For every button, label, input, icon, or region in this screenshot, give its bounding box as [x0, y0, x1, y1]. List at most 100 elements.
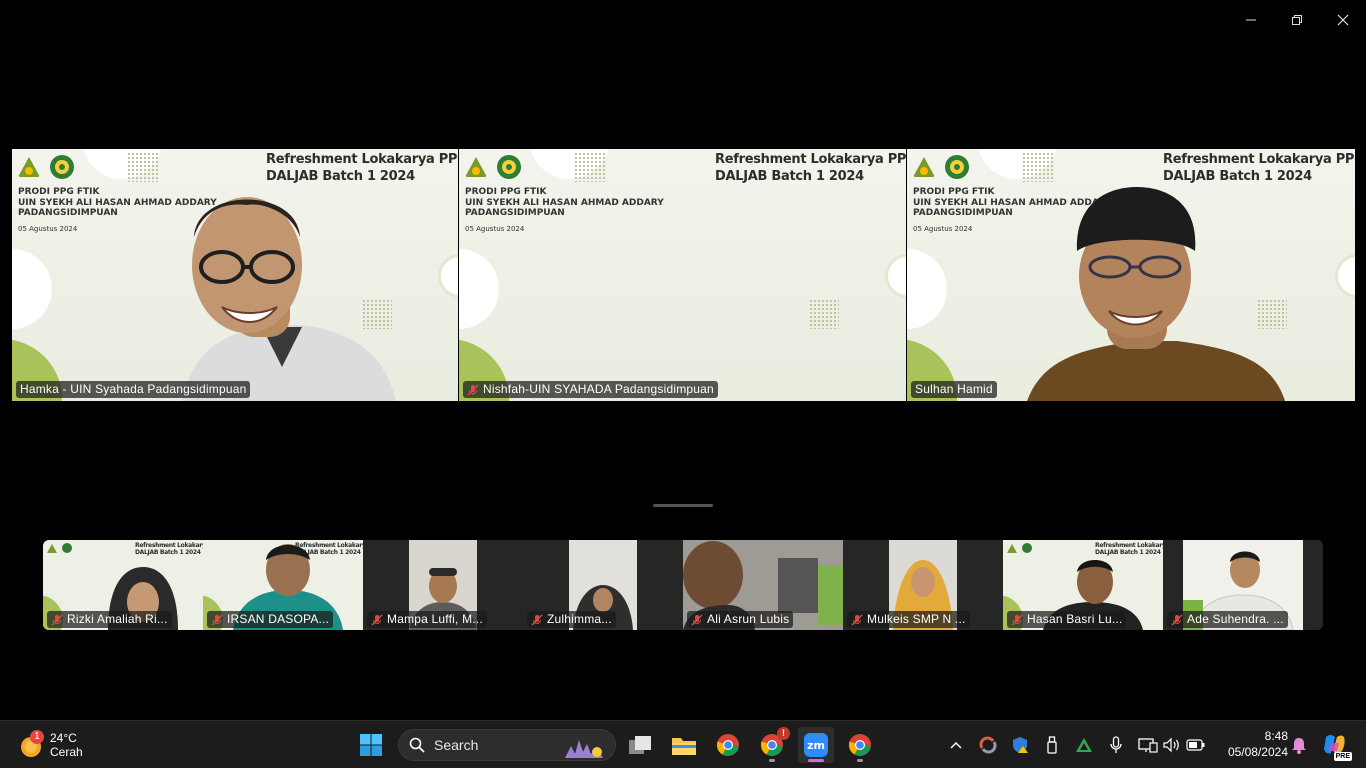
- slide-org-line1: PRODI PPG FTIK: [465, 187, 547, 197]
- participant-thumbnail[interactable]: Refreshment Lokakarya PPG PAI DALJAB Bat…: [1003, 540, 1163, 630]
- usb-icon: [1047, 736, 1057, 754]
- chrome-icon: [716, 734, 739, 756]
- slide-org-line3: PADANGSIDIMPUAN: [18, 208, 118, 218]
- taskbar-chrome[interactable]: [710, 727, 746, 763]
- clock-time: 8:48: [1264, 729, 1288, 743]
- mic-muted-icon: [467, 384, 479, 395]
- taskbar-file-explorer[interactable]: [666, 727, 702, 763]
- participant-name: Hasan Basri Lu...: [1027, 612, 1123, 626]
- bell-icon: [1292, 738, 1306, 754]
- participant-thumbnail[interactable]: Mulkeis SMP N ...: [843, 540, 1003, 630]
- tray-security[interactable]: [1008, 733, 1032, 757]
- taskbar-task-view[interactable]: [622, 727, 658, 763]
- slide-date: 05 Agustus 2024: [913, 225, 973, 233]
- system-clock[interactable]: 8:48 05/08/2024: [1212, 728, 1288, 760]
- triangle-app-icon: [1076, 738, 1092, 752]
- participant-name-tag: Rizki Amaliah Ri...: [47, 611, 172, 628]
- close-button[interactable]: [1328, 8, 1358, 32]
- slide-title-line1: Refreshment Lokakarya PPG PAI: [266, 152, 458, 167]
- mic-muted-icon: [211, 614, 223, 625]
- slide-title-line2: DALJAB Batch 1 2024: [715, 169, 864, 184]
- participant-name-tag: Ali Asrun Lubis: [687, 611, 794, 628]
- svg-text:zm: zm: [807, 739, 825, 752]
- shield-warning-icon: [1013, 737, 1028, 753]
- weather-icon-wrap: 1: [14, 730, 44, 760]
- video-tile-1[interactable]: Refreshment Lokakarya PPG PAI DALJAB Bat…: [12, 149, 458, 401]
- resize-handle[interactable]: [653, 504, 713, 507]
- participant-thumbnail[interactable]: Ade Suhendra. ...: [1163, 540, 1323, 630]
- minimize-button[interactable]: [1236, 8, 1266, 32]
- folder-icon: [672, 738, 696, 755]
- participant-name: Sulhan Hamid: [915, 382, 993, 396]
- mic-muted-icon: [51, 614, 63, 625]
- kemenag-logo-icon: [913, 157, 935, 177]
- slide-org-line3: PADANGSIDIMPUAN: [913, 208, 1013, 218]
- battery-icon: [1186, 739, 1205, 751]
- slide-title-line1: Refreshment Lokakarya PPG PAI: [135, 542, 203, 549]
- microphone-icon: [1110, 736, 1122, 753]
- restore-icon: [1292, 15, 1302, 25]
- slide-org-line3: PADANGSIDIMPUAN: [465, 208, 565, 218]
- mic-muted-icon: [1011, 614, 1023, 625]
- running-indicator: [808, 759, 824, 762]
- slide-dots: [1022, 152, 1054, 182]
- restore-button[interactable]: [1282, 8, 1312, 32]
- weather-widget[interactable]: 1 24°C Cerah: [14, 727, 134, 763]
- weather-condition: Cerah: [50, 744, 83, 759]
- participant-name-tag: Mampa Luffi, M...: [367, 611, 487, 628]
- slide-title-line2: DALJAB Batch 1 2024: [135, 549, 201, 556]
- task-view-icon: [629, 736, 651, 754]
- tray-battery[interactable]: [1184, 733, 1208, 757]
- start-button[interactable]: [353, 727, 389, 763]
- participant-video: [1027, 187, 1285, 401]
- slide-org-line2: UIN SYEKH ALI HASAN AHMAD ADDARY: [465, 198, 664, 208]
- participant-thumbnail-strip[interactable]: Refreshment Lokakarya PPG PAI DALJAB Bat…: [43, 540, 1323, 630]
- slide-date: 05 Agustus 2024: [465, 225, 525, 233]
- slide-dots: [809, 299, 839, 329]
- network-icon: [1138, 738, 1158, 753]
- search-label: Search: [434, 737, 479, 753]
- uin-logo-icon: [945, 155, 969, 179]
- tray-network[interactable]: [1136, 733, 1160, 757]
- chevron-up-icon: [950, 741, 962, 749]
- chrome-icon: [848, 734, 871, 756]
- participant-thumbnail[interactable]: Ali Asrun Lubis: [683, 540, 843, 630]
- slide-title-line1: Refreshment Lokakarya PPG PAI: [715, 152, 906, 167]
- tray-app-1[interactable]: [976, 733, 1000, 757]
- taskbar-chrome-2[interactable]: [842, 727, 878, 763]
- show-hidden-icons-button[interactable]: [944, 733, 968, 757]
- notifications-button[interactable]: [1287, 733, 1311, 757]
- taskbar-chrome-profile[interactable]: !: [754, 727, 790, 763]
- participant-name-tag: Hamka - UIN Syahada Padangsidimpuan: [16, 381, 251, 398]
- slide-title-line1: Refreshment Lokakarya PPG PAI: [1163, 152, 1355, 167]
- video-tile-3[interactable]: Refreshment Lokakarya PPG PAI DALJAB Bat…: [907, 149, 1355, 401]
- participant-name-tag: Zulhimma...: [527, 611, 616, 628]
- video-tile-2[interactable]: Refreshment Lokakarya PPG PAI DALJAB Bat…: [459, 149, 906, 401]
- sync-app-icon: [979, 736, 997, 754]
- participant-thumbnail[interactable]: Refreshment Lokakarya PPG PAI DALJAB Bat…: [43, 540, 203, 630]
- participant-name: Mampa Luffi, M...: [387, 612, 483, 626]
- tray-volume[interactable]: [1160, 733, 1184, 757]
- speaker-icon: [1163, 737, 1179, 753]
- mic-muted-icon: [371, 614, 383, 625]
- kemenag-logo-icon: [465, 157, 487, 177]
- tray-usb[interactable]: [1040, 733, 1064, 757]
- taskbar-search[interactable]: Search: [398, 729, 616, 761]
- participant-name: Mulkeis SMP N ...: [867, 612, 966, 626]
- notification-badge: !: [777, 727, 790, 740]
- participant-thumbnail[interactable]: Mampa Luffi, M...: [363, 540, 523, 630]
- slide-date: 05 Agustus 2024: [18, 225, 78, 233]
- participant-thumbnail[interactable]: Refreshment Lokakarya PPG PAI DALJAB Bat…: [203, 540, 363, 630]
- participant-thumbnail[interactable]: Zulhimma...: [523, 540, 683, 630]
- slide-org-line1: PRODI PPG FTIK: [913, 187, 995, 197]
- participant-name: Nishfah-UIN SYAHADA Padangsidimpuan: [483, 382, 714, 396]
- tray-microphone[interactable]: [1104, 733, 1128, 757]
- windows-icon: [360, 734, 382, 756]
- search-highlight-icon: [565, 740, 603, 758]
- taskbar-zoom[interactable]: zm: [798, 727, 834, 763]
- copilot-button[interactable]: PRE: [1320, 733, 1352, 761]
- copilot-badge: PRE: [1333, 752, 1352, 761]
- uin-logo-icon: [497, 155, 521, 179]
- tray-drive[interactable]: [1072, 733, 1096, 757]
- mic-muted-icon: [531, 614, 543, 625]
